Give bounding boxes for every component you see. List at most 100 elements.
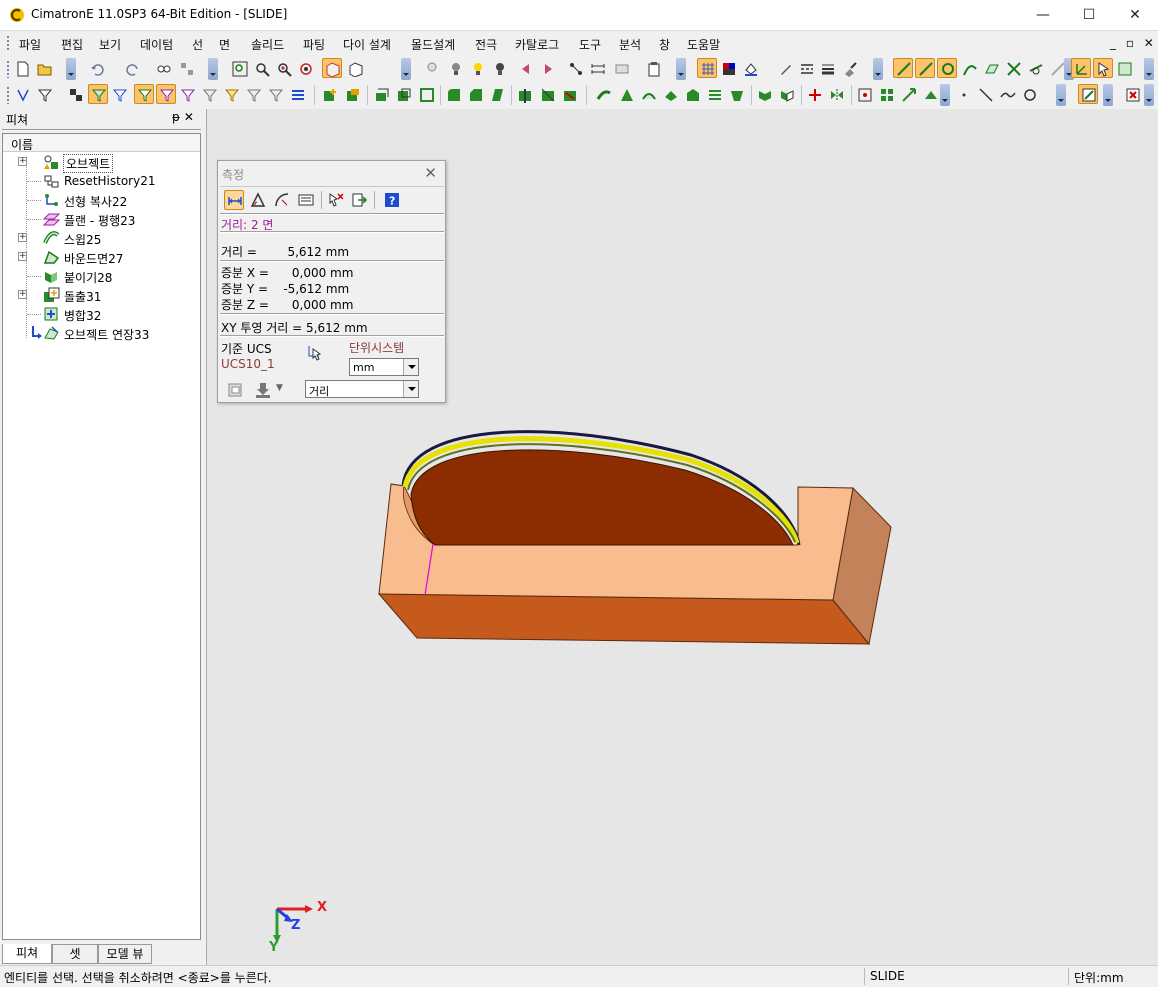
menu-datum[interactable]: 데이텀 xyxy=(140,36,173,53)
filter-select-icon[interactable] xyxy=(13,85,33,105)
expand-toggle[interactable]: + xyxy=(18,157,27,166)
pick-intersection-icon[interactable] xyxy=(1004,59,1024,79)
line-width-icon[interactable] xyxy=(818,59,838,79)
tab-model-view[interactable]: 모델 뷰 xyxy=(98,944,152,964)
toolbar-grip[interactable] xyxy=(6,60,10,78)
radius-mode-icon[interactable] xyxy=(272,190,292,210)
tree-item-plane-parallel[interactable]: 플랜 - 평행23 xyxy=(3,210,200,229)
toolbar-overflow-1e[interactable] xyxy=(873,58,883,80)
expand-toggle[interactable]: + xyxy=(18,290,27,299)
menubar-grip[interactable] xyxy=(6,35,10,51)
toolbar-overflow-1a[interactable] xyxy=(66,58,76,80)
angle-mode-icon[interactable] xyxy=(248,190,268,210)
tree-item-linear-copy[interactable]: 선형 복사22 xyxy=(3,191,200,210)
model-front-face[interactable] xyxy=(377,593,871,645)
split-tool-icon[interactable] xyxy=(515,85,535,105)
undo-icon[interactable] xyxy=(88,59,108,79)
surface-loft-icon[interactable] xyxy=(617,85,637,105)
shaded-view-icon[interactable] xyxy=(322,58,342,78)
menu-catalog[interactable]: 카탈로그 xyxy=(515,36,559,53)
toolbar-overflow-2a[interactable] xyxy=(940,84,950,106)
open-file-icon[interactable] xyxy=(35,59,55,79)
exit-sketch-icon[interactable] xyxy=(1123,85,1143,105)
surface-extend-icon[interactable] xyxy=(683,85,703,105)
layer-icon[interactable] xyxy=(612,59,632,79)
pick-ucs-icon[interactable] xyxy=(306,343,324,361)
save-result-dropdown-icon[interactable]: ▼ xyxy=(276,383,283,393)
wireframe-view-icon[interactable] xyxy=(346,59,366,79)
menu-view[interactable]: 보기 xyxy=(99,36,121,53)
redo-icon[interactable] xyxy=(122,59,142,79)
color-table-icon[interactable] xyxy=(719,59,739,79)
expand-toggle[interactable]: + xyxy=(18,252,27,261)
tree-item-objects[interactable]: + 오브젝트 xyxy=(3,153,200,173)
select-cursor-icon[interactable] xyxy=(1093,58,1113,78)
menu-electrode[interactable]: 전극 xyxy=(475,36,497,53)
transform-icon[interactable] xyxy=(805,85,825,105)
cut-tool-icon[interactable] xyxy=(538,85,558,105)
next-icon[interactable] xyxy=(538,59,558,79)
help-icon[interactable]: ? xyxy=(382,190,402,210)
line-style-icon[interactable] xyxy=(797,59,817,79)
tree-item-merge[interactable]: 병합32 xyxy=(3,305,200,324)
filter-component-icon[interactable] xyxy=(266,85,286,105)
save-result-icon[interactable] xyxy=(254,381,272,399)
menu-analysis[interactable]: 분석 xyxy=(619,36,641,53)
mdi-controls[interactable]: _ ▫ ✕ xyxy=(1110,36,1157,50)
filter-curves-icon[interactable] xyxy=(110,85,130,105)
menu-tools[interactable]: 도구 xyxy=(579,36,601,53)
measure-dialog-close-button[interactable]: ✕ xyxy=(424,164,437,182)
find-icon[interactable] xyxy=(154,59,174,79)
toolbar-overflow-2b[interactable] xyxy=(1056,84,1066,106)
menu-file[interactable]: 파일 xyxy=(19,36,41,53)
grid-display-icon[interactable] xyxy=(697,58,717,78)
filter-points-icon[interactable] xyxy=(156,84,176,104)
draw-circle-icon[interactable] xyxy=(1020,85,1040,105)
clear-selection-icon[interactable] xyxy=(326,190,346,210)
shell-tool-icon[interactable] xyxy=(417,85,437,105)
surface-offset-icon[interactable] xyxy=(661,85,681,105)
menu-solid[interactable]: 솔리드 xyxy=(251,36,284,53)
node-tree-icon[interactable] xyxy=(566,59,586,79)
window-select-icon[interactable] xyxy=(1115,59,1135,79)
filter-objects-icon[interactable] xyxy=(66,85,86,105)
delete-face-icon[interactable] xyxy=(921,85,941,105)
add-object-icon[interactable] xyxy=(320,85,340,105)
toolbar-overflow-2d[interactable] xyxy=(1144,84,1154,106)
box-select-icon[interactable] xyxy=(855,85,875,105)
extrude-tool-icon[interactable] xyxy=(372,85,392,105)
filter-datums-icon[interactable] xyxy=(200,85,220,105)
toolbar-overflow-1d[interactable] xyxy=(676,58,686,80)
export-result-icon[interactable] xyxy=(350,190,370,210)
surface-trim-icon[interactable] xyxy=(705,85,725,105)
tab-features[interactable]: 피쳐 xyxy=(2,944,52,964)
toolbar-overflow-2c[interactable] xyxy=(1103,84,1113,106)
pocket-floor[interactable] xyxy=(410,449,794,546)
paint-bucket-icon[interactable] xyxy=(741,59,761,79)
menu-face[interactable]: 면 xyxy=(219,36,230,53)
maximize-button[interactable]: ☐ xyxy=(1066,0,1112,30)
pin-close-controls[interactable]: ᵽ ✕ xyxy=(172,110,194,124)
chamfer-tool-icon[interactable] xyxy=(466,85,486,105)
pick-line-icon[interactable] xyxy=(915,58,935,78)
pick-face-icon[interactable] xyxy=(982,59,1002,79)
tree-item-bounded-face[interactable]: + 바운드면27 xyxy=(3,248,200,267)
clipboard-icon[interactable] xyxy=(644,59,664,79)
pick-circle-icon[interactable] xyxy=(937,58,957,78)
measure-type-select[interactable]: 거리 xyxy=(305,380,419,398)
surface-fill-icon[interactable] xyxy=(727,85,747,105)
close-button[interactable]: ✕ xyxy=(1112,0,1158,30)
draw-spline-icon[interactable] xyxy=(998,85,1018,105)
bulb-off-icon[interactable] xyxy=(446,59,466,79)
new-object-icon[interactable] xyxy=(343,85,363,105)
toolbar-overflow-1b[interactable] xyxy=(208,58,218,80)
revolve-tool-icon[interactable] xyxy=(394,85,414,105)
minimize-button[interactable]: — xyxy=(1020,0,1066,30)
tab-sets[interactable]: 셋 xyxy=(52,944,98,964)
pick-point-icon[interactable] xyxy=(893,58,913,78)
mirror-icon[interactable] xyxy=(827,85,847,105)
zoom-window-icon[interactable] xyxy=(252,59,272,79)
scale-icon[interactable] xyxy=(899,85,919,105)
draw-point-icon[interactable] xyxy=(954,85,974,105)
fillet-tool-icon[interactable] xyxy=(444,85,464,105)
